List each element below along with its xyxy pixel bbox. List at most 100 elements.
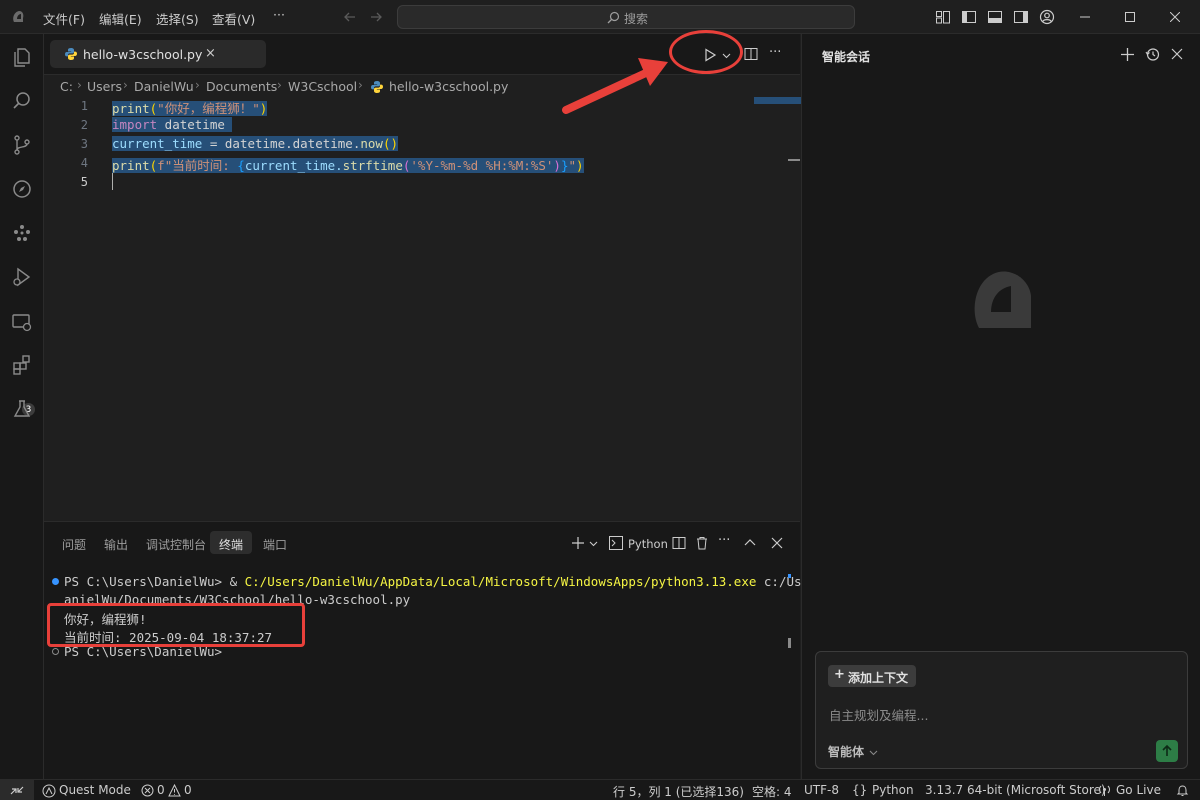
breadcrumb-users[interactable]: Users [87, 79, 122, 94]
nav-back-icon[interactable] [342, 9, 358, 25]
app-logo-icon [10, 9, 26, 25]
nav-forward-icon[interactable] [368, 9, 384, 25]
modules-icon[interactable] [11, 222, 33, 244]
split-editor-icon[interactable] [744, 47, 758, 61]
line-number: 4 [80, 156, 88, 170]
chevron-right-icon: › [195, 78, 200, 92]
code-token: f"当前时间: [157, 158, 238, 173]
menu-file[interactable]: 文件(F) [43, 9, 85, 28]
chevron-down-icon[interactable] [869, 748, 878, 757]
error-count[interactable]: 0 [157, 783, 165, 797]
tab-terminal[interactable]: 终端 [210, 531, 252, 554]
code-editor[interactable]: 1 2 3 4 5 print("你好，编程狮！") import dateti… [44, 97, 830, 521]
tab-problems[interactable]: 问题 [62, 536, 86, 553]
toggle-primary-sidebar-icon[interactable] [961, 9, 977, 25]
menu-selection[interactable]: 选择(S) [156, 9, 199, 28]
command-status-dot [52, 578, 59, 585]
tab-hello-w3cschool[interactable]: hello-w3cschool.py × [50, 40, 266, 68]
braces-icon: {} [852, 783, 868, 797]
code-token: strftime [342, 158, 403, 173]
code-token: " [568, 158, 576, 173]
code-token: "你好，编程狮！" [157, 101, 260, 116]
breadcrumb: C: › Users › DanielWu › Documents › W3Cs… [44, 75, 800, 97]
new-chat-icon[interactable] [1120, 47, 1135, 62]
run-debug-icon[interactable] [11, 266, 33, 288]
line-number: 1 [80, 99, 88, 113]
tab-ports[interactable]: 端口 [263, 536, 287, 553]
tab-label: hello-w3cschool.py [83, 47, 203, 62]
breadcrumb-danielwu[interactable]: DanielWu [134, 79, 194, 94]
chevron-down-icon[interactable] [589, 539, 598, 548]
code-line-1: print("你好，编程狮！") [112, 98, 268, 117]
chat-input-box[interactable]: + 添加上下文 自主规划及编程... 智能体 [815, 651, 1188, 769]
code-token: datetime.datetime. [224, 136, 361, 151]
breadcrumb-file[interactable]: hello-w3cschool.py [389, 79, 508, 94]
split-terminal-icon[interactable] [672, 536, 686, 550]
minimize-button[interactable] [1062, 0, 1108, 34]
terminal-kind-label[interactable]: Python [628, 537, 668, 551]
search-view-icon[interactable] [11, 90, 33, 112]
close-chat-icon[interactable] [1171, 48, 1183, 60]
code-token: = [202, 136, 225, 151]
bottom-panel: 问题 输出 调试控制台 终端 端口 Python ··· PS C:\Users… [44, 521, 839, 779]
customize-layout-icon[interactable] [935, 9, 951, 25]
tab-close-button[interactable]: × [205, 46, 216, 61]
encoding-status[interactable]: UTF-8 [804, 783, 839, 797]
code-token: current_time [112, 136, 203, 151]
code-token: print [112, 101, 150, 116]
command-search-box[interactable]: 搜索 [397, 5, 855, 29]
go-live-button[interactable]: Go Live [1116, 783, 1161, 797]
language-mode-status[interactable]: Python [872, 783, 914, 797]
testing-icon[interactable] [11, 398, 33, 420]
trash-icon[interactable] [695, 536, 709, 550]
menu-view[interactable]: 查看(V) [212, 9, 255, 28]
warning-count[interactable]: 0 [184, 783, 192, 797]
code-token: () [382, 136, 398, 151]
breadcrumb-drive[interactable]: C: [60, 79, 73, 94]
notifications-icon[interactable] [1176, 784, 1189, 797]
agent-mode-dropdown[interactable]: 智能体 [828, 743, 864, 760]
breadcrumb-documents[interactable]: Documents [206, 79, 277, 94]
more-actions-icon[interactable]: ··· [769, 45, 781, 60]
remote-indicator-button[interactable] [0, 780, 34, 800]
explorer-icon[interactable] [11, 46, 33, 68]
code-token: import [112, 117, 158, 132]
source-control-icon[interactable] [11, 134, 33, 156]
compass-icon[interactable] [11, 178, 33, 200]
remote-explorer-icon[interactable] [11, 311, 33, 333]
close-window-button[interactable] [1152, 0, 1198, 34]
warning-icon [168, 784, 181, 797]
code-token: ) [259, 101, 268, 116]
interpreter-status[interactable]: 3.13.7 64-bit (Microsoft Store) [925, 783, 1106, 797]
maximize-button[interactable] [1107, 0, 1153, 34]
send-button[interactable] [1156, 740, 1178, 762]
quest-mode-status[interactable]: Quest Mode [59, 783, 131, 797]
maximize-panel-icon[interactable] [744, 537, 756, 549]
broadcast-icon [1098, 784, 1111, 797]
chat-title: 智能会话 [822, 50, 871, 64]
more-actions-icon[interactable]: ··· [718, 533, 730, 548]
toggle-panel-icon[interactable] [987, 9, 1003, 25]
cursor-position-status[interactable]: 行 5，列 1 (已选择136) [613, 783, 744, 800]
activity-bar: 3 [0, 34, 44, 779]
line-number: 3 [80, 137, 88, 151]
toggle-secondary-sidebar-icon[interactable] [1013, 9, 1029, 25]
history-icon[interactable] [1145, 47, 1160, 62]
add-context-button[interactable]: + 添加上下文 [828, 665, 916, 687]
breadcrumb-w3cschool[interactable]: W3Cschool [288, 79, 357, 94]
tab-debug-console[interactable]: 调试控制台 [146, 536, 206, 553]
scrollbar-marker [788, 159, 800, 161]
chat-input-placeholder[interactable]: 自主规划及编程... [829, 705, 928, 724]
plus-icon: + [834, 667, 845, 682]
line-number: 2 [80, 118, 88, 132]
account-icon[interactable] [1039, 9, 1055, 25]
menu-more[interactable]: ··· [273, 7, 285, 22]
menu-edit[interactable]: 编辑(E) [99, 9, 142, 28]
new-terminal-icon[interactable] [571, 536, 585, 550]
indentation-status[interactable]: 空格: 4 [752, 783, 792, 800]
tab-output[interactable]: 输出 [104, 536, 128, 553]
extensions-icon[interactable] [11, 354, 33, 376]
code-token: ) [553, 158, 561, 173]
close-panel-icon[interactable] [771, 537, 783, 549]
chevron-right-icon: › [277, 78, 282, 92]
